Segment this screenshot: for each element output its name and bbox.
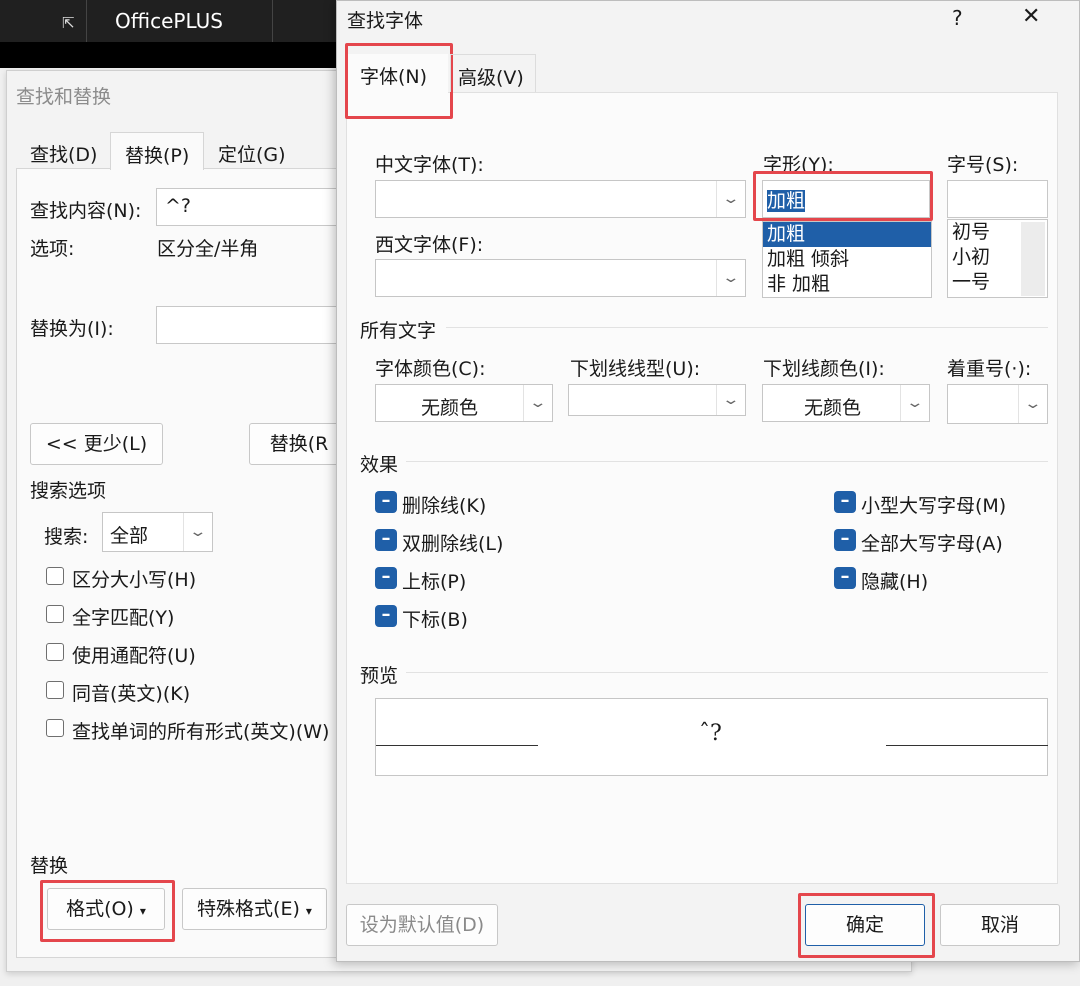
sounds-like-checkbox[interactable] xyxy=(46,681,64,699)
search-options-heading: 搜索选项 xyxy=(30,480,107,502)
underline-type-select[interactable]: ⌄ xyxy=(568,384,746,416)
preview-text: ˆ? xyxy=(699,721,722,746)
replace-with-label: 替换为(I): xyxy=(30,318,114,340)
all-caps-checkbox[interactable]: – xyxy=(834,529,856,551)
preview-baseline xyxy=(376,745,538,746)
search-direction-label: 搜索: xyxy=(44,526,89,548)
chevron-down-icon: ⌄ xyxy=(716,385,745,415)
divider xyxy=(272,0,273,42)
list-item[interactable]: 非 加粗 xyxy=(763,272,931,297)
options-value: 区分全/半角 xyxy=(157,238,259,260)
preview-baseline xyxy=(886,745,1048,746)
find-font-title: 查找字体 xyxy=(347,10,424,32)
chevron-down-icon: ⌄ xyxy=(900,385,929,421)
emphasis-mark-select[interactable]: ⌄ xyxy=(947,384,1048,424)
font-color-label: 字体颜色(C): xyxy=(375,358,486,380)
search-direction-select[interactable]: 全部 ⌄ xyxy=(102,512,213,552)
superscript-checkbox[interactable]: – xyxy=(375,567,397,589)
preview-box: ˆ? xyxy=(375,698,1048,776)
whole-word-label: 全字匹配(Y) xyxy=(72,607,175,629)
western-font-select[interactable]: ⌄ xyxy=(375,259,746,297)
western-font-label: 西文字体(F): xyxy=(375,234,484,256)
effects-heading: 效果 xyxy=(360,454,399,476)
double-strikethrough-label: 双删除线(L) xyxy=(402,533,504,555)
divider xyxy=(446,327,1048,328)
hidden-checkbox[interactable]: – xyxy=(834,567,856,589)
resize-icon[interactable]: ⇱ xyxy=(62,14,80,32)
replace-button[interactable]: 替换(R xyxy=(249,423,349,465)
double-strikethrough-checkbox[interactable]: – xyxy=(375,529,397,551)
list-item[interactable]: 加粗 倾斜 xyxy=(763,247,931,272)
all-word-forms-checkbox[interactable] xyxy=(46,719,64,737)
font-color-select[interactable]: 无颜色 ⌄ xyxy=(375,384,553,422)
cancel-button[interactable]: 取消 xyxy=(940,904,1060,946)
hidden-label: 隐藏(H) xyxy=(861,571,929,593)
underline-color-value: 无颜色 xyxy=(804,397,862,419)
tab-replace[interactable]: 替换(P) xyxy=(110,132,205,170)
tab-goto[interactable]: 定位(G) xyxy=(204,132,300,170)
small-caps-checkbox[interactable]: – xyxy=(834,491,856,513)
replace-section-heading: 替换 xyxy=(30,855,69,877)
wildcards-checkbox[interactable] xyxy=(46,643,64,661)
divider xyxy=(406,672,1048,673)
highlight-box xyxy=(798,893,935,958)
tab-find[interactable]: 查找(D) xyxy=(16,132,111,170)
underline-color-label: 下划线颜色(I): xyxy=(763,358,885,380)
emphasis-mark-label: 着重号(·): xyxy=(947,358,1032,380)
all-caps-label: 全部大写字母(A) xyxy=(861,533,1003,555)
wildcards-label: 使用通配符(U) xyxy=(72,645,196,667)
chevron-down-icon: ⌄ xyxy=(523,385,552,421)
less-button[interactable]: << 更少(L) xyxy=(30,423,163,465)
font-style-list[interactable]: 加粗 加粗 倾斜 非 加粗 xyxy=(762,221,932,298)
font-size-list[interactable]: 初号 小初 一号 xyxy=(947,219,1048,298)
subscript-label: 下标(B) xyxy=(402,609,468,631)
tab-advanced[interactable]: 高级(V) xyxy=(450,54,536,92)
list-item[interactable]: 加粗 xyxy=(763,222,931,247)
chevron-down-icon: ⌄ xyxy=(716,260,745,296)
sounds-like-label: 同音(英文)(K) xyxy=(72,683,191,705)
match-case-label: 区分大小写(H) xyxy=(72,569,197,591)
chinese-font-label: 中文字体(T): xyxy=(375,154,484,176)
whole-word-checkbox[interactable] xyxy=(46,605,64,623)
font-color-value: 无颜色 xyxy=(421,397,479,419)
set-default-button[interactable]: 设为默认值(D) xyxy=(346,904,498,946)
all-text-heading: 所有文字 xyxy=(360,320,437,342)
strikethrough-checkbox[interactable]: – xyxy=(375,491,397,513)
underline-type-label: 下划线线型(U): xyxy=(570,358,701,380)
subscript-checkbox[interactable]: – xyxy=(375,605,397,627)
font-size-input[interactable] xyxy=(947,180,1048,218)
tab-advanced-label: 高级(V) xyxy=(458,67,524,89)
find-what-input[interactable]: ^? xyxy=(156,188,346,226)
close-icon[interactable]: ✕ xyxy=(1022,4,1040,29)
highlight-box xyxy=(753,171,933,221)
divider xyxy=(86,0,87,42)
strikethrough-label: 删除线(K) xyxy=(402,495,487,517)
chevron-down-icon: ⌄ xyxy=(183,513,212,551)
font-size-label: 字号(S): xyxy=(947,154,1019,176)
chevron-down-icon: ⌄ xyxy=(1018,385,1047,423)
all-word-forms-label: 查找单词的所有形式(英文)(W) xyxy=(72,721,330,743)
search-direction-value: 全部 xyxy=(110,525,149,547)
special-format-button[interactable]: 特殊格式(E) ▾ xyxy=(182,888,327,930)
superscript-label: 上标(P) xyxy=(402,571,467,593)
options-label: 选项: xyxy=(30,238,75,260)
match-case-checkbox[interactable] xyxy=(46,567,64,585)
divider xyxy=(406,461,1048,462)
highlight-box xyxy=(40,880,175,942)
preview-heading: 预览 xyxy=(360,665,399,687)
find-what-label: 查找内容(N): xyxy=(30,200,142,222)
highlight-box xyxy=(345,43,453,119)
help-icon[interactable]: ? xyxy=(952,6,963,30)
underline-color-select[interactable]: 无颜色 ⌄ xyxy=(762,384,930,422)
chevron-down-icon: ⌄ xyxy=(716,181,745,217)
find-replace-title: 查找和替换 xyxy=(16,86,112,108)
small-caps-label: 小型大写字母(M) xyxy=(861,495,1007,517)
scrollbar[interactable] xyxy=(1021,222,1045,296)
chinese-font-select[interactable]: ⌄ xyxy=(375,180,746,218)
replace-with-input[interactable] xyxy=(156,306,346,344)
app-title: OfficePLUS xyxy=(115,9,223,33)
